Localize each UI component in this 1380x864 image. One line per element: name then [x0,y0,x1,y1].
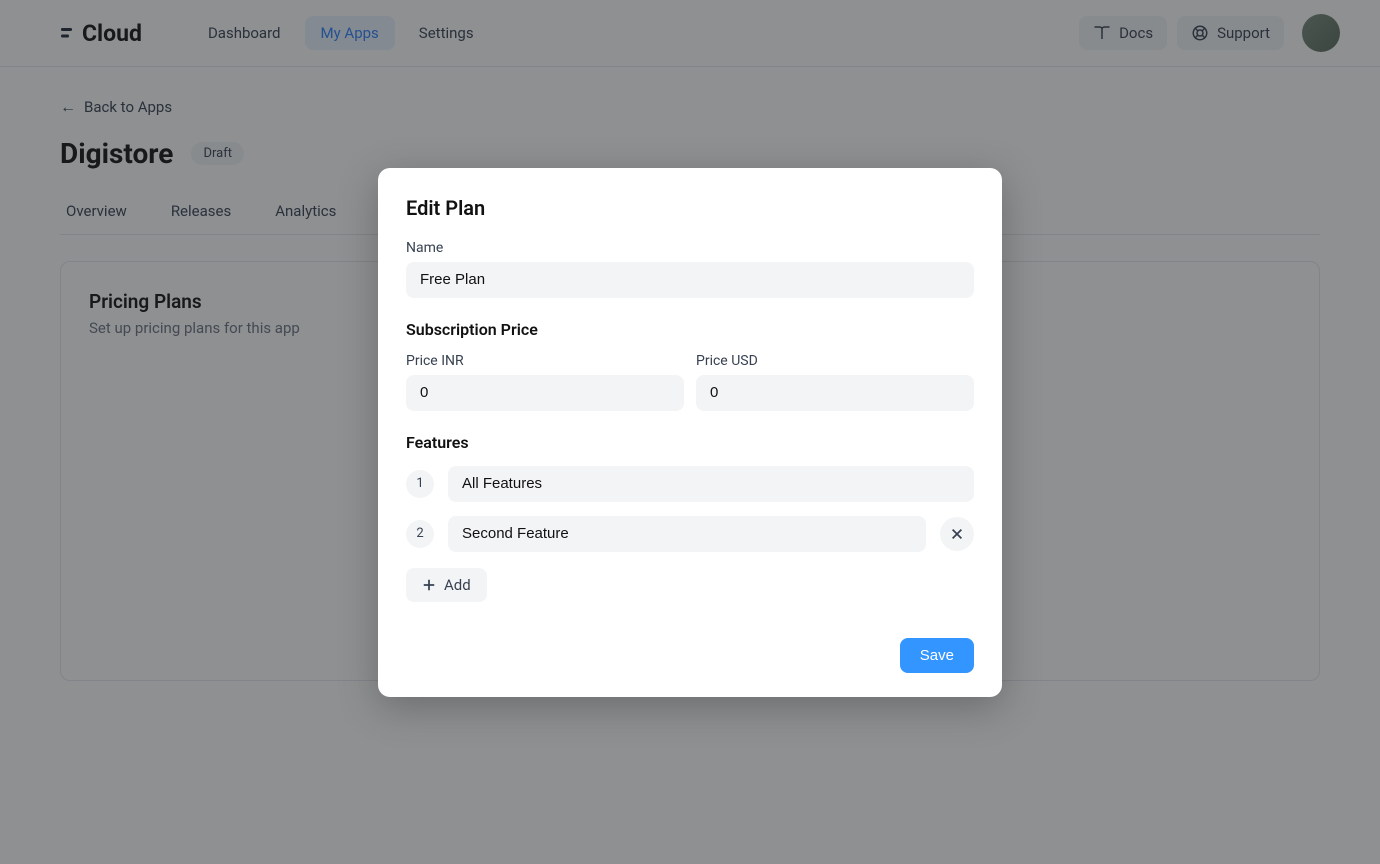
remove-feature-button[interactable] [940,517,974,551]
feature-row: 2 [406,516,974,552]
price-inr-label: Price INR [406,353,684,369]
feature-input[interactable] [448,516,926,552]
features-list: 1 2 [406,466,974,552]
modal-title: Edit Plan [406,196,974,220]
modal-footer: Save [406,638,974,673]
save-button[interactable]: Save [900,638,974,673]
price-row: Price INR Price USD [406,353,974,411]
feature-number: 1 [406,470,434,498]
name-label: Name [406,240,974,256]
edit-plan-modal: Edit Plan Name Subscription Price Price … [378,168,1002,697]
feature-row: 1 [406,466,974,502]
subscription-title: Subscription Price [406,320,974,339]
name-input[interactable] [406,262,974,298]
add-feature-button[interactable]: Add [406,568,487,602]
price-inr-input[interactable] [406,375,684,411]
plus-icon [422,578,436,592]
add-label: Add [444,576,471,594]
modal-overlay[interactable]: Edit Plan Name Subscription Price Price … [0,0,1380,864]
price-usd-input[interactable] [696,375,974,411]
price-usd-label: Price USD [696,353,974,369]
features-title: Features [406,433,974,452]
feature-input[interactable] [448,466,974,502]
feature-number: 2 [406,520,434,548]
close-icon [950,527,964,541]
